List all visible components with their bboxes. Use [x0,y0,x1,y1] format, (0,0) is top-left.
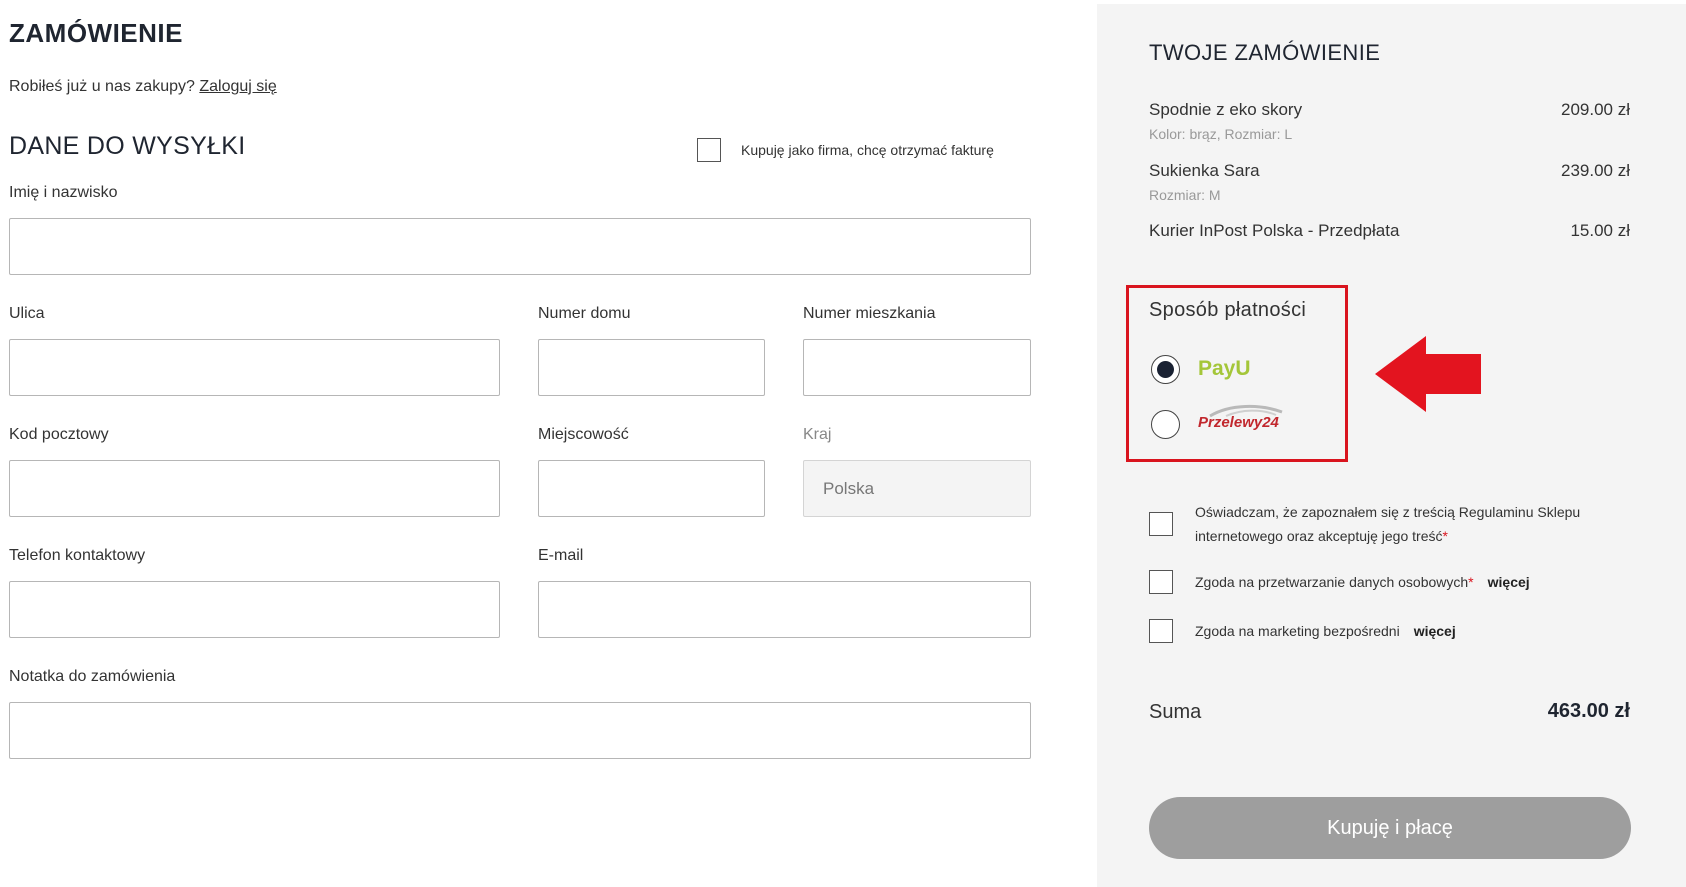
total-label: Suma [1149,701,1202,723]
radio-selected-dot [1157,361,1174,378]
order-note-label: Notatka do zamówienia [9,668,176,685]
consent-personal-data-text: Zgoda na przetwarzanie danych osobowych*… [1195,570,1530,594]
shipping-method-price: 15.00 zł [1570,221,1630,240]
consent-marketing-checkbox[interactable] [1149,619,1173,643]
consent-terms-label: Oświadczam, że zapoznałem się z treścią … [1195,504,1581,544]
company-invoice-label: Kupuję jako firma, chcę otrzymać fakturę [741,142,994,158]
apartment-number-label: Numer mieszkania [803,305,936,322]
house-number-input[interactable] [538,339,765,396]
login-prompt-text: Robiłeś już u nas zakupy? [9,78,195,95]
login-prompt: Robiłeś już u nas zakupy? Zaloguj się [9,78,277,96]
order-item-name: Sukienka Sara [1149,161,1260,180]
consent-personal-data: Zgoda na przetwarzanie danych osobowych*… [1149,570,1530,594]
company-invoice-option[interactable]: Kupuję jako firma, chcę otrzymać fakturę [697,138,994,162]
shipping-method-name: Kurier InPost Polska - Przedpłata [1149,221,1400,240]
przelewy24-logo-text: Przelewy24 [1198,414,1279,431]
consent-terms-text: Oświadczam, że zapoznałem się z treścią … [1195,500,1595,548]
order-item-price: 209.00 zł [1561,100,1630,119]
red-arrow-left-icon [1375,336,1481,412]
consent-terms-checkbox[interactable] [1149,512,1173,536]
consent-terms: Oświadczam, że zapoznałem się z treścią … [1149,500,1629,548]
postal-code-input[interactable] [9,460,500,517]
country-input: Polska [803,460,1031,517]
consent-marketing-text: Zgoda na marketing bezpośredni więcej [1195,619,1456,643]
consent-marketing: Zgoda na marketing bezpośredni więcej [1149,619,1456,643]
name-input[interactable] [9,218,1031,275]
city-label: Miejscowość [538,426,629,443]
order-item-price: 239.00 zł [1561,161,1630,180]
total-value: 463.00 zł [1547,700,1630,722]
payment-method-title: Sposób płatności [1149,299,1307,321]
phone-label: Telefon kontaktowy [9,547,146,564]
postal-code-label: Kod pocztowy [9,426,109,443]
street-input[interactable] [9,339,500,396]
order-item-name: Spodnie z eko skory [1149,100,1303,119]
order-note-input[interactable] [9,702,1031,759]
przelewy24-radio[interactable] [1151,410,1180,439]
order-summary-title: TWOJE ZAMÓWIENIE [1149,40,1381,65]
city-input[interactable] [538,460,765,517]
payu-radio[interactable] [1151,355,1180,384]
email-input[interactable] [538,581,1031,638]
consent-personal-data-checkbox[interactable] [1149,570,1173,594]
shipping-section-title: DANE DO WYSYŁKI [9,132,246,160]
login-link[interactable]: Zaloguj się [199,78,276,95]
name-label: Imię i nazwisko [9,184,118,201]
consent-marketing-more-link[interactable]: więcej [1414,623,1456,639]
payu-logo: PayU [1198,357,1251,380]
country-label: Kraj [803,426,832,443]
consent-personal-data-label: Zgoda na przetwarzanie danych osobowych [1195,574,1469,590]
przelewy24-logo: Przelewy24 [1198,404,1283,434]
company-invoice-checkbox[interactable] [697,138,721,162]
page-title: ZAMÓWIENIE [9,18,183,48]
house-number-label: Numer domu [538,305,631,322]
consent-marketing-label: Zgoda na marketing bezpośredni [1195,623,1400,639]
street-label: Ulica [9,305,45,322]
consent-personal-data-more-link[interactable]: więcej [1488,574,1530,590]
required-marker: * [1468,574,1474,590]
order-item-details: Kolor: brąz, Rozmiar: L [1149,126,1293,142]
order-item-details: Rozmiar: M [1149,187,1221,203]
apartment-number-input[interactable] [803,339,1031,396]
required-marker: * [1442,528,1448,544]
phone-input[interactable] [9,581,500,638]
buy-and-pay-button[interactable]: Kupuję i płacę [1149,797,1631,859]
email-label: E-mail [538,547,584,564]
